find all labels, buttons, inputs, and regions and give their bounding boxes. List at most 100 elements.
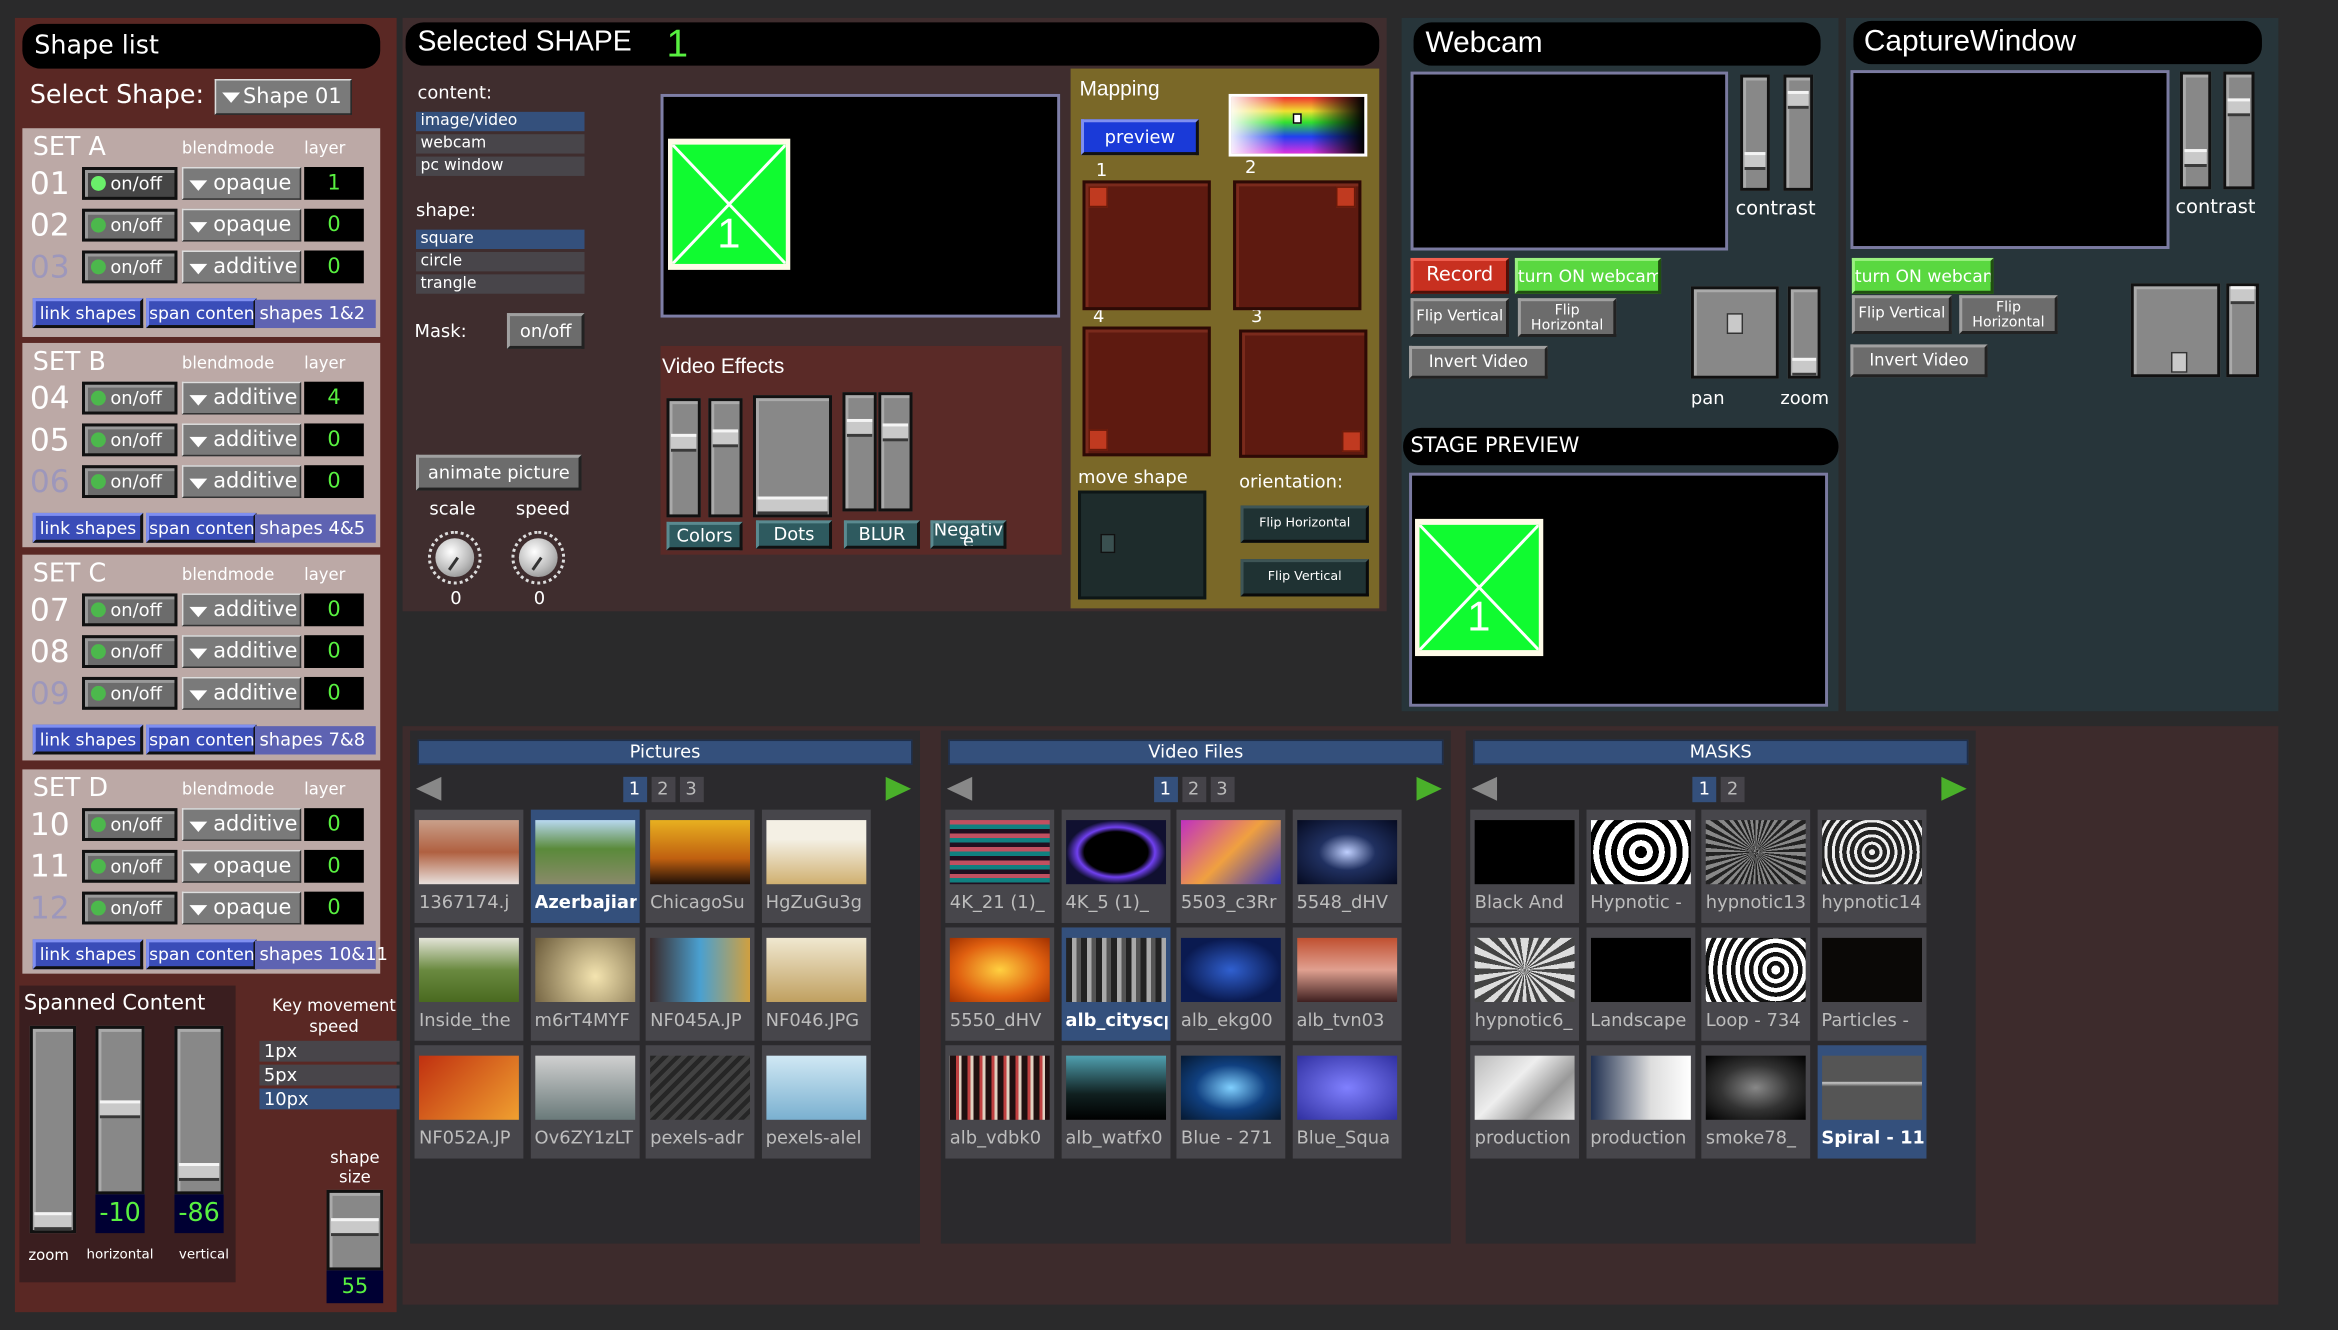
effect-blur-button[interactable]: BLUR <box>843 520 920 549</box>
blendmode-dropdown[interactable]: opaque <box>181 849 302 883</box>
page-1-button[interactable]: 1 <box>1692 776 1717 803</box>
slider-thumb[interactable] <box>1787 91 1809 110</box>
color-picker-cursor[interactable] <box>1292 113 1302 124</box>
blendmode-dropdown[interactable]: additive <box>181 635 302 668</box>
video-files-item[interactable]: Blue_Squa <box>1292 1045 1401 1159</box>
shape-toggle-button[interactable]: on/off <box>82 166 178 200</box>
layer-value[interactable]: 0 <box>304 891 364 925</box>
corner-1-pad[interactable] <box>1082 180 1211 311</box>
masks-item[interactable]: production <box>1470 1045 1580 1159</box>
select-shape-dropdown[interactable]: Shape 01 <box>214 79 352 115</box>
animate-picture-button[interactable]: animate picture <box>416 454 582 491</box>
video-files-item[interactable]: alb_watfx0 <box>1060 1045 1170 1159</box>
pictures-item[interactable]: Inside_the <box>414 927 524 1041</box>
mapping-preview-button[interactable]: preview <box>1081 119 1199 156</box>
corner-2-handle[interactable] <box>1335 186 1356 208</box>
slider-thumb[interactable] <box>1792 357 1817 376</box>
capture-pan-handle[interactable] <box>2170 351 2188 373</box>
scale-knob[interactable] <box>427 530 482 585</box>
corner-4-pad[interactable] <box>1082 326 1211 457</box>
effect-slider-4[interactable] <box>842 392 877 512</box>
slider-thumb[interactable] <box>99 1101 141 1120</box>
capture-pan-pad[interactable] <box>2130 283 2221 378</box>
blendmode-dropdown[interactable]: additive <box>181 381 302 415</box>
webcam-pan-pad[interactable] <box>1690 286 1779 379</box>
layer-value[interactable]: 0 <box>304 676 364 710</box>
capture-contrast-slider-2[interactable] <box>2223 71 2255 190</box>
slider-thumb[interactable] <box>331 1218 379 1237</box>
video-files-item[interactable]: Blue - 271 <box>1176 1045 1286 1159</box>
next-page-arrow-icon[interactable] <box>1941 776 1967 801</box>
shape-toggle-button[interactable]: on/off <box>82 381 178 415</box>
mask-toggle-button[interactable]: on/off <box>506 313 585 349</box>
shape-toggle-button[interactable]: on/off <box>82 891 178 925</box>
layer-value[interactable]: 0 <box>304 593 364 627</box>
span-content-button[interactable]: span content <box>146 939 257 970</box>
page-2-button[interactable]: 2 <box>1181 776 1206 803</box>
pictures-item[interactable]: 1367174.j <box>414 809 524 923</box>
content-option-webcam[interactable]: webcam <box>416 134 585 154</box>
video-files-item[interactable]: 4K_5 (1)_ <box>1060 809 1170 923</box>
spanned-zoom-slider[interactable] <box>29 1025 77 1234</box>
corner-1-handle[interactable] <box>1088 186 1108 208</box>
shape-preview[interactable]: 1 <box>660 93 1061 318</box>
capture-flip-horizontal-button[interactable]: Flip Horizontal <box>1959 295 2058 334</box>
webcam-flip-vertical-button[interactable]: Flip Vertical <box>1410 298 1509 337</box>
link-shapes-button[interactable]: link shapes <box>32 939 144 970</box>
shape-toggle-button[interactable]: on/off <box>82 676 178 710</box>
pictures-item[interactable]: m6rT4MYF <box>530 927 639 1041</box>
slider-thumb[interactable] <box>2184 149 2207 168</box>
shape-size-slider[interactable] <box>326 1189 384 1271</box>
span-content-button[interactable]: span content <box>146 298 257 329</box>
capture-zoom-slider[interactable] <box>2226 283 2259 378</box>
shape-toggle-button[interactable]: on/off <box>82 250 178 284</box>
color-picker[interactable] <box>1228 93 1368 157</box>
blendmode-dropdown[interactable]: additive <box>181 676 302 710</box>
slider-thumb[interactable] <box>757 496 828 515</box>
masks-item[interactable]: Black And <box>1470 809 1580 923</box>
masks-item[interactable]: hypnotic14 <box>1816 809 1926 923</box>
blendmode-dropdown[interactable]: additive <box>181 250 302 284</box>
blendmode-dropdown[interactable]: opaque <box>181 208 302 242</box>
webcam-contrast-slider-2[interactable] <box>1783 74 1814 191</box>
masks-item[interactable]: Hypnotic - <box>1585 809 1695 923</box>
layer-value[interactable]: 0 <box>304 423 364 457</box>
webcam-contrast-slider-1[interactable] <box>1740 74 1770 191</box>
link-shapes-button[interactable]: link shapes <box>32 298 144 329</box>
capture-flip-vertical-button[interactable]: Flip Vertical <box>1851 295 1952 334</box>
page-1-button[interactable]: 1 <box>1153 776 1178 803</box>
span-content-button[interactable]: span content <box>146 512 257 543</box>
webcam-flip-horizontal-button[interactable]: Flip Horizontal <box>1517 298 1617 337</box>
corner-4-handle[interactable] <box>1088 429 1108 451</box>
previous-page-arrow-icon[interactable] <box>416 776 442 801</box>
mapping-flip-vertical-button[interactable]: Flip Vertical <box>1240 559 1369 597</box>
layer-value[interactable]: 0 <box>304 465 364 499</box>
slider-thumb[interactable] <box>670 434 697 453</box>
pictures-item[interactable]: pexels-adr <box>645 1045 755 1159</box>
effect-slider-5[interactable] <box>878 392 913 512</box>
masks-item[interactable]: Landscape <box>1585 927 1695 1041</box>
effect-slider-2[interactable] <box>708 398 743 518</box>
video-files-item[interactable]: 4K_21 (1)_ <box>945 809 1055 923</box>
shape-toggle-button[interactable]: on/off <box>82 465 178 499</box>
layer-value[interactable]: 1 <box>304 166 364 200</box>
shape-toggle-button[interactable]: on/off <box>82 808 178 841</box>
video-files-item[interactable]: alb_ekg00 <box>1176 927 1286 1041</box>
effect-slider-3[interactable] <box>752 395 833 518</box>
span-content-button[interactable]: span content <box>146 724 257 755</box>
shape-toggle-button[interactable]: on/off <box>82 423 178 457</box>
spanned-vertical-slider[interactable] <box>174 1025 224 1195</box>
blendmode-dropdown[interactable]: additive <box>181 808 302 841</box>
video-files-item[interactable]: 5548_dHV <box>1292 809 1401 923</box>
shape-option-square[interactable]: square <box>416 229 585 250</box>
webcam-invert-video-button[interactable]: Invert Video <box>1409 345 1548 379</box>
shape-toggle-button[interactable]: on/off <box>82 208 178 242</box>
masks-item[interactable]: hypnotic6_ <box>1470 927 1580 1041</box>
shape-toggle-button[interactable]: on/off <box>82 635 178 668</box>
effect-colors-button[interactable]: Colors <box>666 521 743 551</box>
key-speed-option-5px[interactable]: 5px <box>259 1064 400 1086</box>
shape-option-trangle[interactable]: trangle <box>416 274 585 294</box>
blendmode-dropdown[interactable]: additive <box>181 593 302 627</box>
slider-thumb[interactable] <box>178 1163 220 1182</box>
record-button[interactable]: Record <box>1410 257 1509 294</box>
